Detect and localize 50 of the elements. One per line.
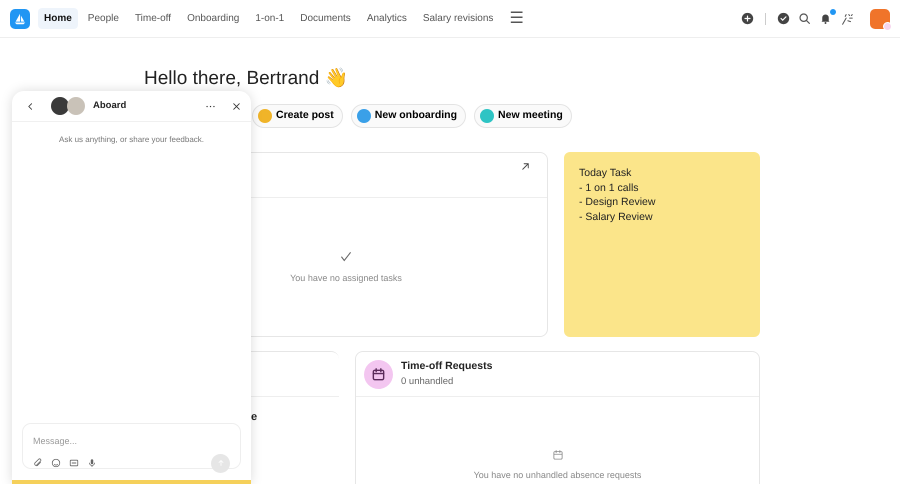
note-line: - 1 on 1 calls [579,180,640,195]
expand-arrow-icon[interactable] [520,161,531,172]
empty-requests-text: You have no unhandled absence requests [474,469,642,482]
wave-emoji: 👋 [324,68,349,89]
nav-tab[interactable]: 1-on-1 [249,8,290,29]
nav-tab[interactable]: Time-off [128,8,178,29]
card-text: e [251,410,258,425]
greeting-heading: Hello there, Bertrand 👋 [144,67,350,91]
smiley-icon [51,458,61,468]
nav-tab[interactable]: Analytics [360,8,413,29]
attach-button[interactable] [33,458,43,468]
back-icon [26,102,35,110]
nav-tab[interactable]: People [82,8,125,29]
calendar-icon [552,449,564,461]
voice-button[interactable] [87,458,97,468]
avatar [67,97,85,115]
nav-tab[interactable]: Onboarding [181,8,246,29]
gif-button[interactable] [69,458,79,468]
microphone-icon [87,458,97,468]
card-subtitle: 0 unhandled [401,374,454,389]
avatar [51,97,69,115]
note-line: - Design Review [579,195,656,210]
close-icon [232,102,241,110]
card-icon [69,458,79,468]
sparkle-icon[interactable] [840,12,854,26]
nav-tab[interactable]: Salary revisions [416,8,500,29]
quick-action-button[interactable]: New onboarding [350,104,466,128]
nav-tab[interactable]: Home [38,8,78,29]
note-line: - Salary Review [579,210,654,224]
app-avatar[interactable] [870,8,890,28]
bell-icon[interactable] [819,12,832,25]
close-button[interactable] [232,102,241,110]
quick-action-button[interactable]: New meeting [474,104,572,128]
add-icon[interactable] [741,12,754,25]
check-circle-icon[interactable] [777,12,790,25]
chat-title: Aboard [93,98,126,113]
nav-tab[interactable]: Documents [294,8,357,29]
chat-intro-text: Ask us anything, or share your feedback. [58,134,205,146]
arrow-up-icon [216,459,224,467]
back-button[interactable] [26,102,35,110]
paperclip-icon [33,458,43,468]
card-title: Time-off Requests [401,359,492,374]
empty-tasks-text: You have no assigned tasks [290,272,402,285]
check-icon [339,250,353,264]
emoji-button[interactable] [51,458,61,468]
boat-logo-icon[interactable] [10,8,30,28]
note-line: Today Task [579,166,632,180]
search-icon[interactable] [798,12,811,25]
quick-action-button[interactable]: Create post [252,104,343,128]
calendar-icon [371,366,386,382]
